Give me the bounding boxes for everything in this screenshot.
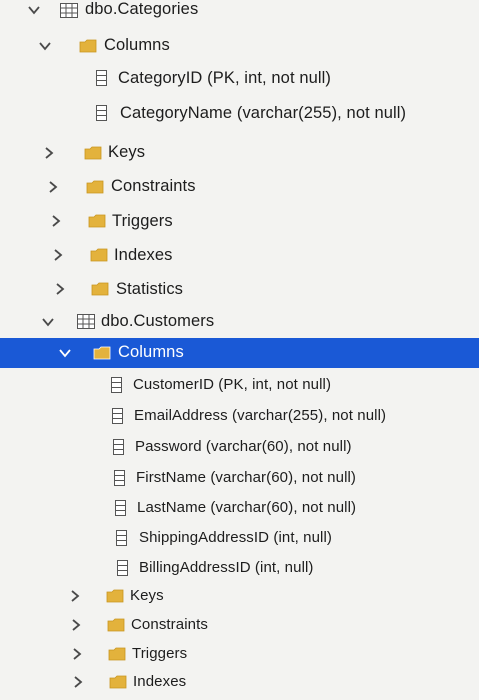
column-icon (113, 439, 124, 460)
folder-label: Statistics (116, 280, 184, 298)
chevron-down-icon[interactable] (27, 3, 41, 17)
column-icon (114, 470, 125, 491)
folder-label: Indexes (114, 246, 173, 264)
column-label: CustomerID (PK, int, not null) (133, 376, 332, 393)
tree-node-constraints[interactable]: Constraints (0, 614, 479, 636)
column-item[interactable]: CategoryID (PK, int, not null) (0, 66, 479, 90)
folder-label: Keys (108, 143, 146, 161)
folder-label: Constraints (111, 177, 196, 195)
folder-label: Indexes (133, 673, 187, 690)
tree-node-categories-columns[interactable]: Columns (0, 34, 479, 58)
column-item[interactable]: CustomerID (PK, int, not null) (0, 374, 479, 396)
column-icon (116, 530, 127, 551)
table-label: dbo.Categories (85, 0, 199, 18)
column-label: ShippingAddressID (int, null) (139, 529, 332, 546)
folder-icon (90, 248, 108, 267)
column-label: BillingAddressID (int, null) (139, 559, 314, 576)
column-icon (117, 560, 128, 581)
chevron-down-icon[interactable] (58, 346, 72, 360)
folder-icon (91, 282, 109, 301)
column-icon (115, 500, 126, 521)
tree-node-triggers[interactable]: Triggers (0, 643, 479, 665)
chevron-right-icon[interactable] (51, 248, 65, 262)
column-icon (96, 70, 107, 91)
tree-node-constraints[interactable]: Constraints (0, 175, 479, 199)
tree-node-indexes[interactable]: Indexes (0, 243, 479, 267)
tree-node-categories-table[interactable]: dbo.Categories (0, 0, 479, 22)
folder-label: Constraints (131, 616, 208, 633)
column-label: Password (varchar(60), not null) (135, 438, 352, 455)
folder-icon (79, 39, 97, 58)
tree-node-statistics[interactable]: Statistics (0, 277, 479, 301)
chevron-down-icon[interactable] (41, 315, 55, 329)
column-icon (112, 408, 123, 429)
chevron-right-icon[interactable] (49, 214, 63, 228)
column-label: EmailAddress (varchar(255), not null) (134, 407, 387, 424)
tree-node-keys[interactable]: Keys (0, 585, 479, 607)
tree-node-customers-columns[interactable]: Columns (0, 338, 479, 368)
tree-node-keys[interactable]: Keys (0, 141, 479, 165)
tree-node-indexes[interactable]: Indexes (0, 671, 479, 693)
table-icon (60, 3, 78, 23)
table-icon (77, 314, 95, 334)
column-label: LastName (varchar(60), not null) (137, 499, 357, 516)
folder-icon (109, 675, 127, 694)
column-label: CategoryID (PK, int, not null) (118, 69, 332, 87)
column-item[interactable]: BillingAddressID (int, null) (0, 557, 479, 579)
column-item[interactable]: EmailAddress (varchar(255), not null) (0, 405, 479, 427)
chevron-right-icon[interactable] (68, 589, 82, 603)
column-icon (96, 105, 107, 126)
column-item[interactable]: LastName (varchar(60), not null) (0, 497, 479, 519)
column-item[interactable]: Password (varchar(60), not null) (0, 436, 479, 458)
column-item[interactable]: ShippingAddressID (int, null) (0, 527, 479, 549)
folder-label: Triggers (132, 645, 188, 662)
chevron-right-icon[interactable] (46, 180, 60, 194)
chevron-right-icon[interactable] (69, 618, 83, 632)
table-label: dbo.Customers (101, 312, 215, 330)
folder-icon (93, 346, 111, 365)
tree-node-customers-table[interactable]: dbo.Customers (0, 310, 479, 334)
folder-label: Triggers (112, 212, 173, 230)
folder-label: Keys (130, 587, 164, 604)
chevron-right-icon[interactable] (71, 675, 85, 689)
folder-icon (107, 618, 125, 637)
column-item[interactable]: CategoryName (varchar(255), not null) (0, 101, 479, 125)
column-item[interactable]: FirstName (varchar(60), not null) (0, 467, 479, 489)
folder-label: Columns (104, 36, 170, 54)
tree-node-triggers[interactable]: Triggers (0, 209, 479, 233)
column-label: FirstName (varchar(60), not null) (136, 469, 357, 486)
folder-label: Columns (118, 343, 184, 361)
column-icon (111, 377, 122, 398)
chevron-right-icon[interactable] (70, 647, 84, 661)
column-label: CategoryName (varchar(255), not null) (120, 104, 407, 122)
folder-icon (86, 180, 104, 199)
folder-icon (84, 146, 102, 165)
chevron-right-icon[interactable] (42, 146, 56, 160)
folder-icon (106, 589, 124, 608)
chevron-right-icon[interactable] (53, 282, 67, 296)
folder-icon (108, 647, 126, 666)
chevron-down-icon[interactable] (38, 39, 52, 53)
folder-icon (88, 214, 106, 233)
